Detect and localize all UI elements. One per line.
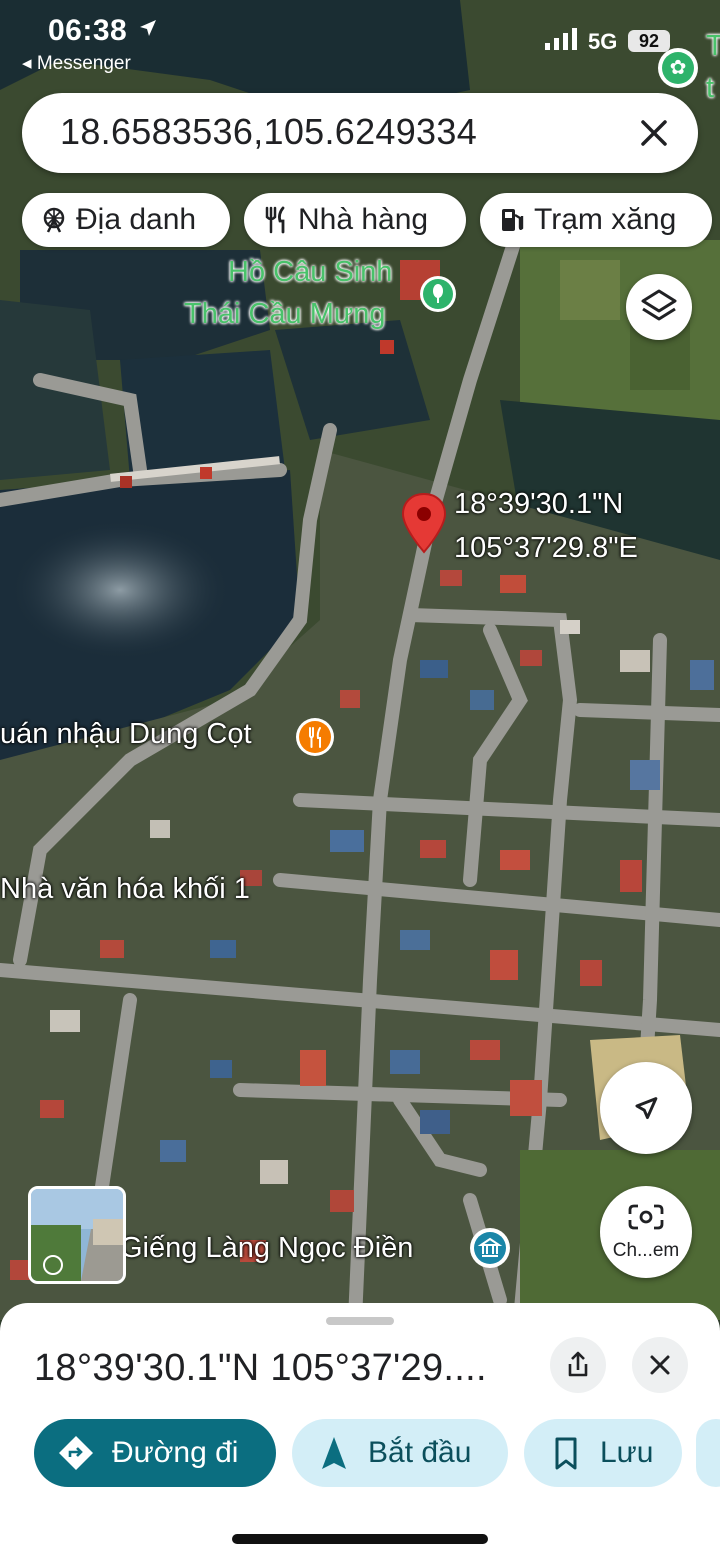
start-label: Bắt đầu [368, 1436, 472, 1469]
navigation-arrow-icon [635, 1097, 658, 1120]
save-label: Lưu [600, 1436, 654, 1469]
well-marker[interactable] [470, 1228, 510, 1268]
layers-button[interactable] [626, 274, 692, 340]
lake-label-line2[interactable]: Thái Cầu Mưng [184, 298, 386, 331]
camera-lens-icon [628, 1204, 664, 1230]
battery-indicator: 92 [628, 30, 670, 52]
close-sheet-button[interactable] [632, 1337, 688, 1393]
chip-landmarks[interactable]: Địa danh [22, 193, 230, 247]
fork-knife-marker-icon [299, 721, 331, 753]
gas-pump-icon [502, 209, 524, 231]
well-label[interactable]: Giếng Làng Ngọc Điền [120, 1232, 413, 1265]
lake-label-line1[interactable]: Hồ Câu Sinh [228, 256, 392, 289]
search-box[interactable]: 18.6583536,105.6249334 [22, 93, 698, 173]
chip-gas-stations[interactable]: Trạm xăng [480, 193, 712, 247]
directions-button[interactable]: Đường đi [34, 1419, 276, 1487]
home-indicator[interactable] [232, 1534, 488, 1544]
chip-landmarks-label: Địa danh [76, 203, 197, 236]
start-button[interactable]: Bắt đầu [292, 1419, 508, 1487]
status-time: 06:38 [48, 14, 128, 47]
ferris-wheel-icon [43, 207, 65, 233]
tree-icon [423, 279, 453, 309]
search-query[interactable]: 18.6583536,105.6249334 [60, 111, 477, 153]
navigation-icon [322, 1437, 346, 1469]
pin-latitude-label: 18°39'30.1"N [454, 488, 624, 520]
signal-icon [545, 28, 577, 50]
lens-camera-button[interactable]: Ch...em [600, 1186, 692, 1278]
bookmark-icon [555, 1437, 577, 1470]
lens-camera-label: Ch...em [612, 1240, 680, 1261]
chip-restaurants[interactable]: Nhà hàng [244, 193, 466, 247]
save-button[interactable]: Lưu [524, 1419, 682, 1487]
share-button[interactable] [550, 1337, 606, 1393]
sheet-coordinates: 18°39'30.1"N 105°37'29.... [34, 1347, 487, 1389]
close-icon [650, 1355, 670, 1375]
sheet-handle[interactable] [326, 1317, 394, 1325]
culture-house-label[interactable]: Nhà văn hóa khối 1 [0, 873, 250, 906]
chip-restaurants-label: Nhà hàng [298, 203, 429, 236]
pin-longitude-label: 105°37'29.8"E [454, 532, 638, 564]
back-to-messenger[interactable]: ◂ Messenger [22, 52, 131, 75]
directions-icon [59, 1436, 93, 1470]
restaurant-marker[interactable] [296, 718, 334, 756]
place-sheet[interactable]: 18°39'30.1"N 105°37'29.... Đường đi Bắt … [0, 1303, 720, 1557]
street-view-image [31, 1189, 123, 1281]
my-location-button[interactable] [600, 1062, 692, 1154]
landmark-icon [474, 1232, 506, 1264]
location-arrow-icon [140, 20, 156, 36]
fork-knife-icon [265, 206, 285, 234]
more-actions-button[interactable] [696, 1419, 720, 1487]
share-icon [568, 1351, 588, 1377]
status-bar: 06:38 ◂ Messenger 5G 92 [0, 0, 720, 80]
clear-search-icon[interactable] [634, 113, 674, 153]
restaurant-label[interactable]: uán nhậu Dung Cọt [0, 718, 252, 751]
location-pin-icon[interactable] [400, 492, 448, 556]
chip-gas-stations-label: Trạm xăng [534, 203, 677, 236]
network-type: 5G [588, 29, 618, 54]
street-view-thumbnail[interactable] [28, 1186, 126, 1284]
layers-icon [641, 289, 677, 321]
park-marker[interactable] [420, 276, 456, 312]
directions-label: Đường đi [112, 1436, 239, 1469]
